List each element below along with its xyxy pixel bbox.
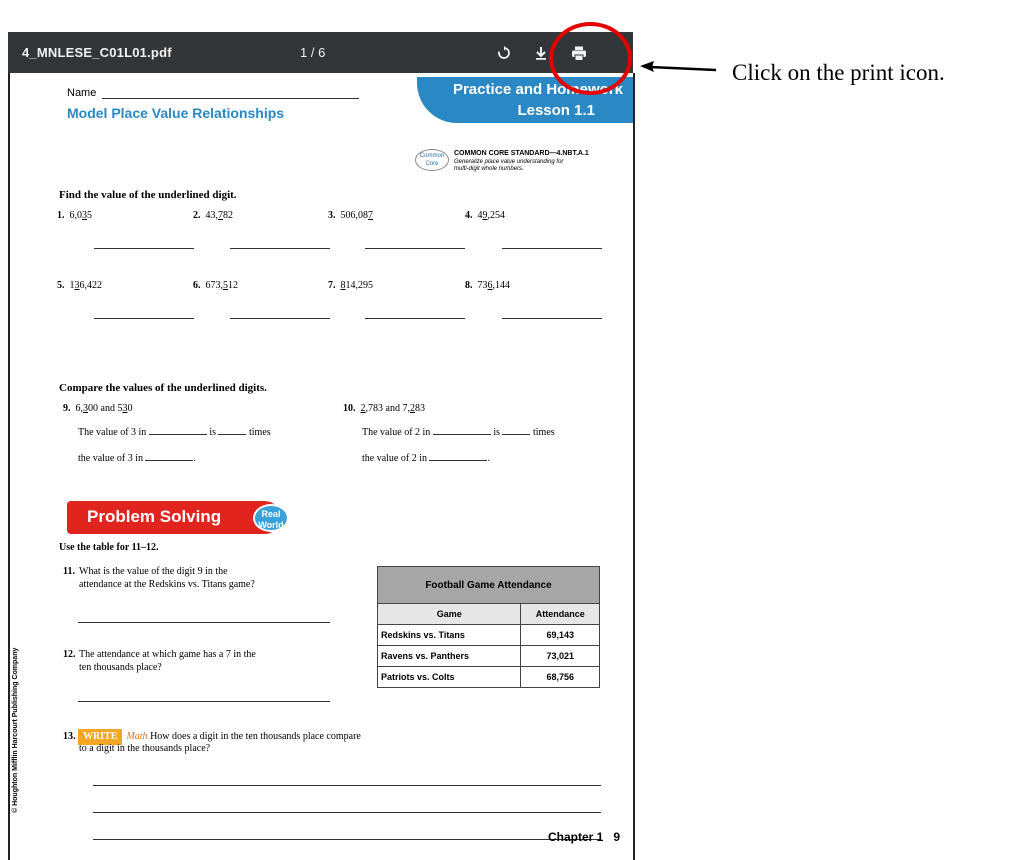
problem-item: 6. 673,512 bbox=[193, 280, 238, 291]
question-11: 11. What is the value of the digit 9 in … bbox=[63, 566, 255, 590]
q11-answer-line bbox=[78, 622, 330, 623]
p9-line2: the value of 3 in . bbox=[78, 453, 196, 464]
problem-item: 2. 43,782 bbox=[193, 210, 233, 221]
table-header-game: Game bbox=[376, 603, 522, 625]
table-cell: Redskins vs. Titans bbox=[376, 624, 522, 646]
table-row: Redskins vs. Titans 69,143 bbox=[376, 624, 600, 646]
problem-item: 7. 814,295 bbox=[328, 280, 373, 291]
table-cell: 69,143 bbox=[520, 624, 600, 646]
answer-line bbox=[502, 318, 602, 319]
answer-line bbox=[230, 318, 330, 319]
table-caption: Football Game Attendance bbox=[377, 566, 600, 604]
table-row: Patriots vs. Colts 68,756 bbox=[376, 666, 600, 688]
p9-line1: The value of 3 in is times bbox=[78, 427, 271, 438]
problem-item: 3. 506,087 bbox=[328, 210, 373, 221]
question-13-line2: to a digit in the thousands place? bbox=[79, 743, 211, 754]
answer-line bbox=[94, 248, 194, 249]
name-line bbox=[102, 98, 359, 99]
problem-9: 9. 6,300 and 530 bbox=[63, 403, 133, 414]
page-footer: Chapter 1 9 bbox=[548, 830, 621, 844]
answer-line bbox=[94, 318, 194, 319]
pdf-page: Practice and Homework Lesson 1.1 Name Mo… bbox=[8, 73, 635, 860]
name-label: Name bbox=[67, 87, 97, 99]
p10-line2: the value of 2 in . bbox=[362, 453, 490, 464]
rotate-icon[interactable] bbox=[491, 40, 517, 66]
arrow-left-icon bbox=[640, 61, 717, 72]
answer-line bbox=[502, 248, 602, 249]
pdf-toolbar: 4_MNLESE_C01L01.pdf 1 / 6 bbox=[8, 32, 633, 73]
p10-line1: The value of 2 in is times bbox=[362, 427, 555, 438]
problem-solving-banner: Problem Solving bbox=[67, 501, 281, 534]
q13-answer-line bbox=[93, 785, 601, 786]
answer-line bbox=[365, 318, 465, 319]
question-12: 12. The attendance at which game has a 7… bbox=[63, 649, 256, 673]
highlight-circle bbox=[549, 22, 632, 95]
real-world-badge: Real World bbox=[253, 504, 289, 532]
problem-item: 8. 736,144 bbox=[465, 280, 510, 291]
q13-answer-line bbox=[93, 839, 601, 840]
problem-item: 4. 49,254 bbox=[465, 210, 505, 221]
table-header-attendance: Attendance bbox=[520, 603, 600, 625]
standard-heading: COMMON CORE STANDARD—4.NBT.A.1 bbox=[454, 150, 589, 157]
banner-lesson: Lesson 1.1 bbox=[517, 102, 595, 119]
q13-answer-line bbox=[93, 812, 601, 813]
common-core-badge: Common Core bbox=[415, 149, 449, 171]
problem-10: 10. 2,783 and 7,283 bbox=[343, 403, 425, 414]
pdf-viewer: 4_MNLESE_C01L01.pdf 1 / 6 Practice and H… bbox=[8, 32, 635, 860]
file-name: 4_MNLESE_C01L01.pdf bbox=[22, 45, 172, 60]
standard-text: Generalize place value understanding for… bbox=[454, 159, 564, 172]
table-cell: Ravens vs. Panthers bbox=[376, 645, 522, 667]
answer-line bbox=[230, 248, 330, 249]
attendance-table: Football Game Attendance Game Attendance… bbox=[376, 566, 600, 688]
table-cell: 68,756 bbox=[520, 666, 600, 688]
problem-item: 5. 136,422 bbox=[57, 280, 102, 291]
table-instruction: Use the table for 11–12. bbox=[59, 542, 159, 553]
instruction-text: Click on the print icon. bbox=[732, 60, 945, 85]
table-cell: Patriots vs. Colts bbox=[376, 666, 522, 688]
page-indicator: 1 / 6 bbox=[300, 45, 326, 60]
section2-heading: Compare the values of the underlined dig… bbox=[59, 382, 267, 394]
table-row: Ravens vs. Panthers 73,021 bbox=[376, 645, 600, 667]
copyright-text: © Houghton Mifflin Harcourt Publishing C… bbox=[12, 647, 19, 813]
q12-answer-line bbox=[78, 701, 330, 702]
table-cell: 73,021 bbox=[520, 645, 600, 667]
answer-line bbox=[365, 248, 465, 249]
worksheet-title: Model Place Value Relationships bbox=[67, 105, 285, 121]
section1-heading: Find the value of the underlined digit. bbox=[59, 189, 237, 201]
problem-item: 1. 6,035 bbox=[57, 210, 92, 221]
